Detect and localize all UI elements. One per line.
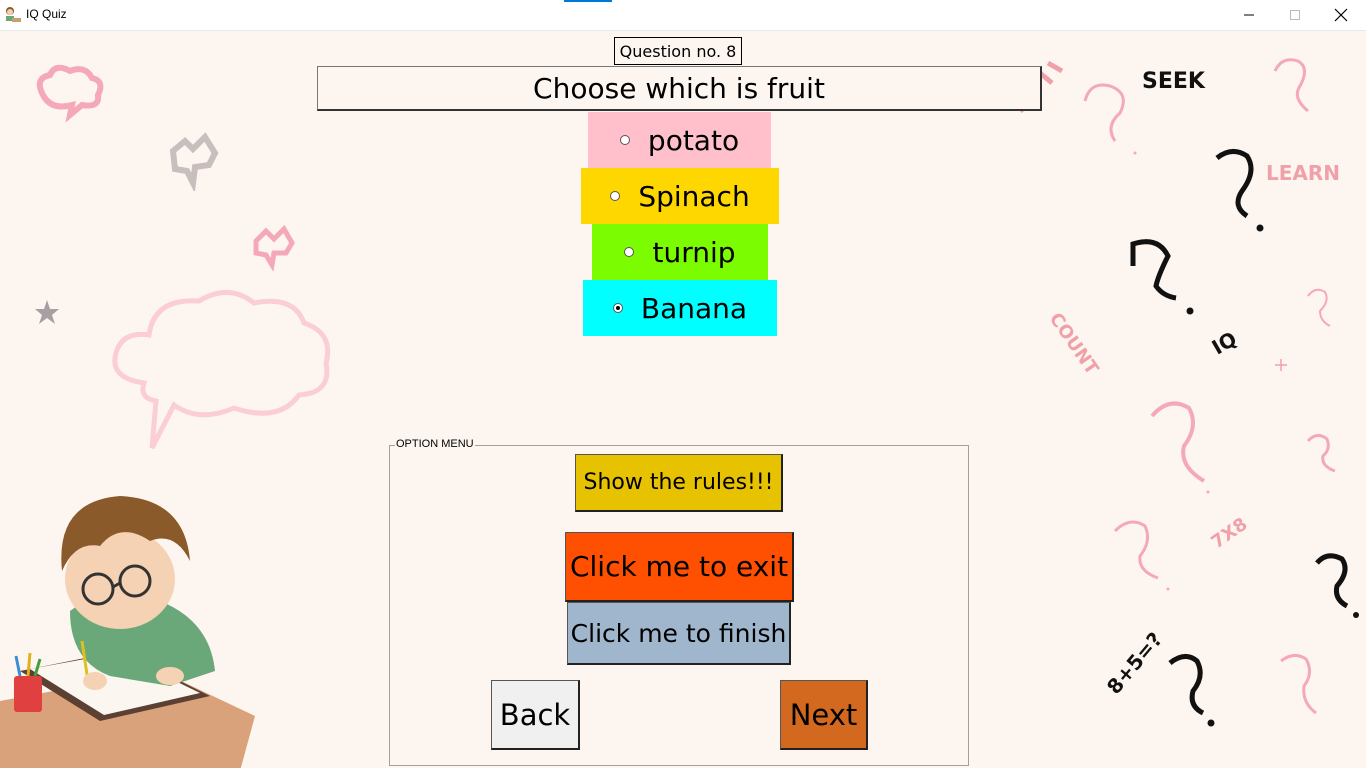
back-button[interactable]: Back [491,680,580,750]
speech-burst-icon [169,132,219,191]
speech-cloud-icon [36,64,104,123]
small-star-icon [1275,359,1287,371]
option-label: turnip [652,235,736,269]
option-banana[interactable]: Banana [583,280,777,336]
iq-word: IQ [1207,326,1241,360]
close-icon [1334,8,1348,22]
question-number: Question no. 8 [614,37,742,65]
question-mark-pink-icon-2 [1273,58,1309,113]
learn-word: LEARN [1266,161,1341,185]
window-title: IQ Quiz [26,7,67,21]
question-mark-pink-icon [1083,83,1137,155]
minimize-button[interactable] [1226,0,1272,30]
option-label: Spinach [638,179,750,213]
option-potato[interactable]: potato [588,112,771,168]
question-mark-pink-icon-4 [1150,401,1210,494]
radio-button[interactable] [610,191,621,201]
math-word: 8+5=? [1101,627,1168,699]
close-button[interactable] [1318,0,1364,30]
option-label: potato [647,123,740,157]
thought-cloud-icon [112,290,331,450]
finish-button[interactable]: Click me to finish [567,602,791,665]
question-mark-black-icon-2 [1130,239,1194,315]
boy-studying-illustration [0,496,255,768]
question-mark-pink-icon-3 [1307,288,1331,327]
question-mark-black-icon-3 [1315,553,1359,618]
question-mark-black-icon-4 [1168,654,1215,727]
option-menu-label: OPTION MENU [395,438,475,450]
exit-button[interactable]: Click me to exit [565,532,794,602]
speech-burst-small-icon [253,224,295,271]
option-spinach[interactable]: Spinach [581,168,779,224]
count-word: COUNT [1044,309,1103,379]
question-mark-pink-icon-6 [1113,520,1170,591]
student-icon [6,7,21,22]
star-icon [35,300,59,324]
seven-times-eight-word: 7X8 [1207,513,1252,554]
seek-word: SEEK [1142,69,1205,94]
focus-accent [564,0,612,2]
next-button[interactable]: Next [780,680,868,750]
show-rules-button[interactable]: Show the rules!!! [575,454,783,512]
option-label: Banana [640,291,748,325]
question-mark-pink-icon-7 [1280,654,1317,715]
maximize-button[interactable] [1272,0,1318,30]
radio-button-selected[interactable] [612,303,623,313]
question-mark-pink-icon-5 [1306,434,1336,473]
radio-button[interactable] [624,247,635,257]
option-turnip[interactable]: turnip [592,224,768,280]
question-text: Choose which is fruit [317,66,1042,111]
radio-button[interactable] [619,135,630,145]
window-titlebar: IQ Quiz [0,0,1366,31]
question-mark-black-icon [1215,149,1264,232]
maximize-icon [1290,10,1300,20]
minimize-icon [1244,14,1254,16]
